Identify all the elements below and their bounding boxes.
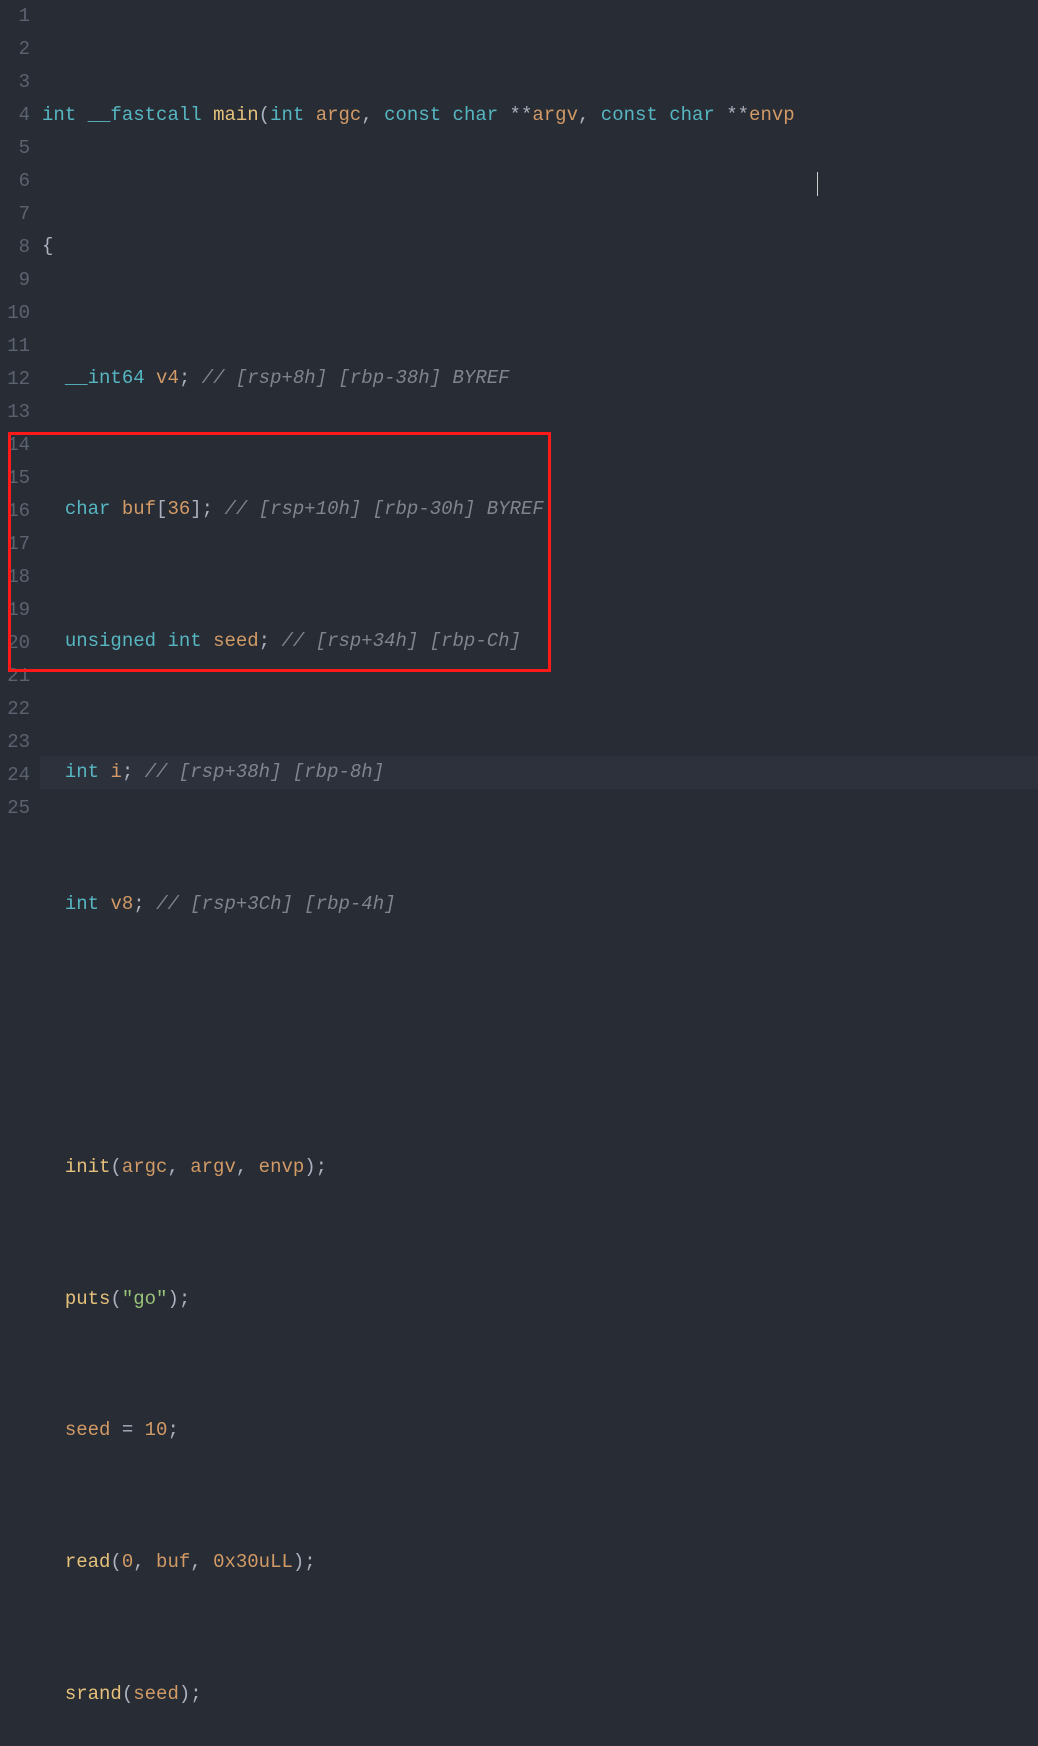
code-line-current[interactable]: int i; // [rsp+38h] [rbp-8h]: [40, 756, 1038, 789]
line-number: 1: [6, 0, 30, 33]
line-number: 19: [6, 594, 30, 627]
line-number: 20: [6, 627, 30, 660]
token-var: buf: [156, 1551, 190, 1573]
token-var: argv: [532, 104, 578, 126]
code-line[interactable]: int __fastcall main(int argc, const char…: [40, 99, 1038, 132]
token-num: 0x30uLL: [213, 1551, 293, 1573]
token-var: seed: [65, 1419, 111, 1441]
token-num: 0: [122, 1551, 133, 1573]
token-type: int: [42, 104, 76, 126]
token-func: puts: [65, 1288, 111, 1310]
token-var: buf: [122, 498, 156, 520]
token-brace: {: [42, 235, 53, 257]
token-string: "go": [122, 1288, 168, 1310]
token-var: envp: [259, 1156, 305, 1178]
line-number: 18: [6, 561, 30, 594]
line-number: 3: [6, 66, 30, 99]
line-number: 9: [6, 264, 30, 297]
text-caret: [817, 172, 818, 196]
code-line[interactable]: unsigned int seed; // [rsp+34h] [rbp-Ch]: [40, 625, 1038, 658]
token-type: const char: [601, 104, 715, 126]
token-comment: // [rsp+3Ch] [rbp-4h]: [156, 893, 395, 915]
token-comment: // [rsp+38h] [rbp-8h]: [145, 761, 384, 783]
code-line[interactable]: int v8; // [rsp+3Ch] [rbp-4h]: [40, 888, 1038, 921]
token-func: init: [65, 1156, 111, 1178]
line-number: 17: [6, 528, 30, 561]
token-func: main: [213, 104, 259, 126]
code-line[interactable]: srand(seed);: [40, 1678, 1038, 1711]
token-var: argc: [316, 104, 362, 126]
token-callconv: __fastcall: [88, 104, 202, 126]
line-number: 15: [6, 462, 30, 495]
line-number: 11: [6, 330, 30, 363]
line-number: 6: [6, 165, 30, 198]
token-type: char: [65, 498, 111, 520]
line-number: 7: [6, 198, 30, 231]
token-type: int: [167, 630, 201, 652]
code-line[interactable]: char buf[36]; // [rsp+10h] [rbp-30h] BYR…: [40, 493, 1038, 526]
token-type: unsigned: [65, 630, 156, 652]
token-type: int: [65, 893, 99, 915]
line-number: 2: [6, 33, 30, 66]
token-type: int: [270, 104, 304, 126]
token-var: v8: [110, 893, 133, 915]
code-line[interactable]: puts("go");: [40, 1283, 1038, 1316]
token-num: 10: [145, 1419, 168, 1441]
code-line[interactable]: read(0, buf, 0x30uLL);: [40, 1546, 1038, 1579]
token-num: 36: [167, 498, 190, 520]
token-var: i: [110, 761, 121, 783]
token-comment: // [rsp+10h] [rbp-30h] BYREF: [224, 498, 543, 520]
token-var: seed: [133, 1683, 179, 1705]
line-number: 24: [6, 759, 30, 792]
token-var: envp: [749, 104, 795, 126]
line-number: 12: [6, 363, 30, 396]
line-number: 10: [6, 297, 30, 330]
line-number: 13: [6, 396, 30, 429]
code-editor[interactable]: 1 2 3 4 5 6 7 8 9 10 11 12 13 14 15 16 1…: [0, 0, 1038, 873]
line-number: 8: [6, 231, 30, 264]
code-line[interactable]: [40, 1020, 1038, 1053]
token-type: int: [65, 761, 99, 783]
code-line[interactable]: {: [40, 230, 1038, 263]
code-line[interactable]: init(argc, argv, envp);: [40, 1151, 1038, 1184]
token-var: argc: [122, 1156, 168, 1178]
code-area[interactable]: int __fastcall main(int argc, const char…: [40, 0, 1038, 873]
token-comment: // [rsp+34h] [rbp-Ch]: [281, 630, 520, 652]
line-number: 4: [6, 99, 30, 132]
line-number: 23: [6, 726, 30, 759]
token-type: __int64: [65, 367, 145, 389]
token-var: seed: [213, 630, 259, 652]
line-number: 25: [6, 792, 30, 825]
line-number: 5: [6, 132, 30, 165]
token-func: read: [65, 1551, 111, 1573]
token-var: v4: [156, 367, 179, 389]
token-var: argv: [190, 1156, 236, 1178]
code-line[interactable]: seed = 10;: [40, 1414, 1038, 1447]
line-number: 14: [6, 429, 30, 462]
token-comment: // [rsp+8h] [rbp-38h] BYREF: [202, 367, 510, 389]
token-func: srand: [65, 1683, 122, 1705]
token-type: const char: [384, 104, 498, 126]
line-number: 16: [6, 495, 30, 528]
line-number: 21: [6, 660, 30, 693]
line-number: 22: [6, 693, 30, 726]
code-line[interactable]: __int64 v4; // [rsp+8h] [rbp-38h] BYREF: [40, 362, 1038, 395]
line-number-gutter: 1 2 3 4 5 6 7 8 9 10 11 12 13 14 15 16 1…: [0, 0, 40, 873]
